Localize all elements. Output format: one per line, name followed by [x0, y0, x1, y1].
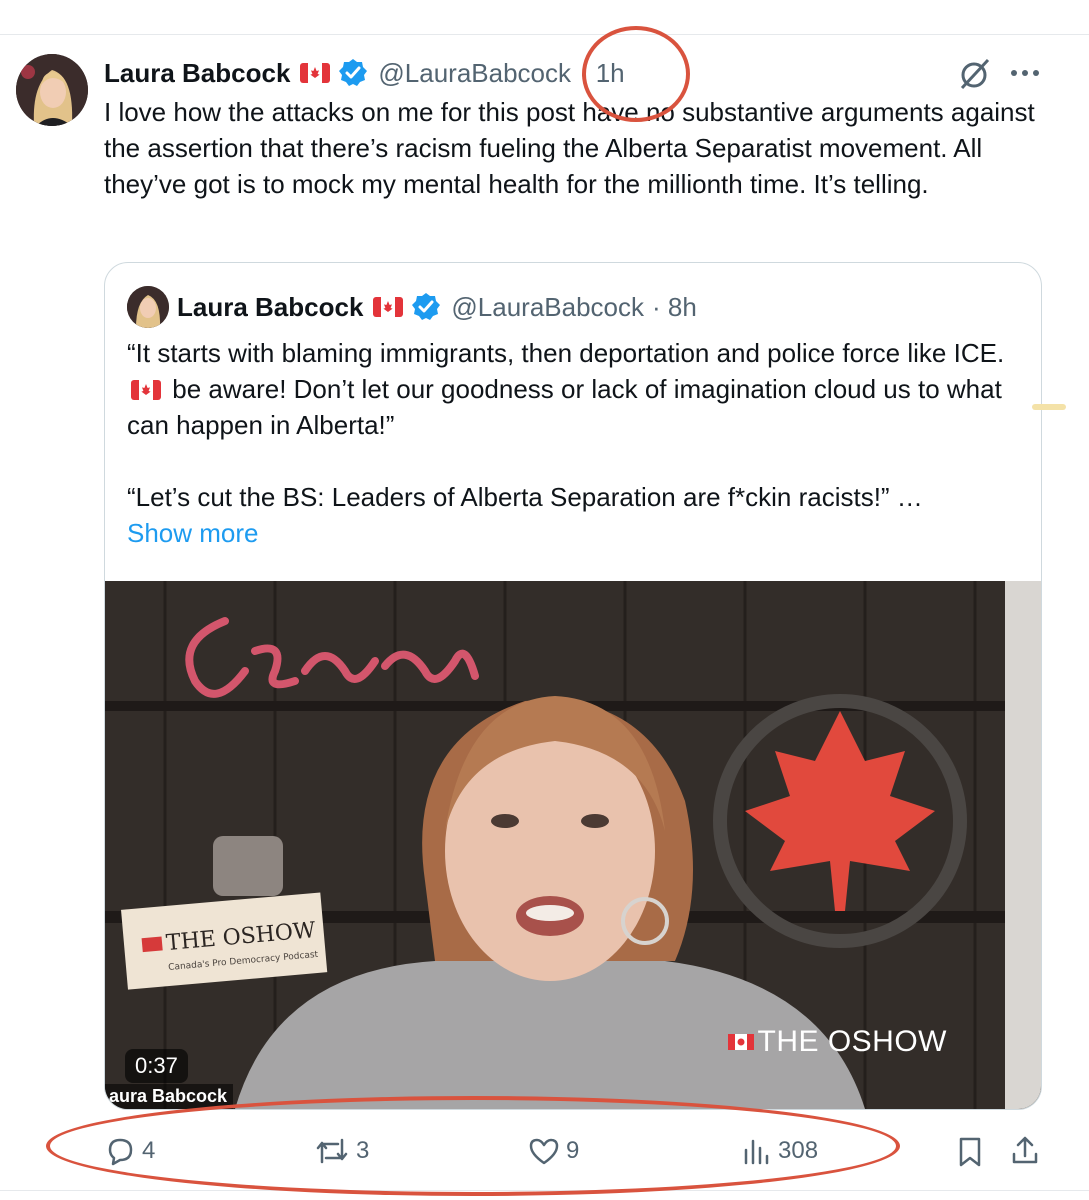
video-duration: 0:37 [125, 1049, 188, 1083]
reply-icon[interactable] [108, 0, 134, 10]
heart-icon[interactable] [530, 0, 556, 10]
show-more-link[interactable]: Show more [127, 515, 1007, 551]
highlight-mark [1032, 404, 1066, 410]
quoted-timestamp: · 8h [652, 291, 697, 322]
quoted-paragraph-1: “It starts with blaming immigrants, then… [127, 335, 1007, 443]
bookmark-icon[interactable] [956, 1136, 984, 1168]
canada-flag-icon [373, 297, 404, 317]
quoted-tweet[interactable]: Laura Babcock @LauraBabcock · 8h “It sta… [104, 262, 1042, 1110]
tweet-text: I love how the attacks on me for this po… [104, 97, 1035, 199]
share-icon[interactable] [1010, 1134, 1040, 1166]
quoted-text-part-1: “It starts with blaming immigrants, then… [127, 338, 1005, 368]
quoted-header: Laura Babcock @LauraBabcock · 8h [127, 286, 697, 328]
canada-flag-icon [300, 63, 331, 83]
author-handle[interactable]: @LauraBabcock [378, 58, 571, 89]
views-icon[interactable] [743, 0, 769, 10]
quoted-author-name: Laura Babcock [177, 291, 364, 322]
divider [0, 34, 1089, 35]
repost-icon[interactable] [325, 0, 351, 10]
canada-flag-icon [131, 380, 161, 400]
quoted-avatar [127, 286, 169, 328]
author-name[interactable]: Laura Babcock [104, 58, 290, 89]
video-watermark: THE OSHOW [727, 1025, 948, 1059]
avatar[interactable] [16, 54, 88, 126]
verified-badge-icon [412, 293, 441, 320]
share-icon[interactable] [1013, 0, 1039, 10]
tweet-header: Laura Babcock @LauraBabcock · 1h [104, 55, 625, 91]
annotation-oval-engagement [46, 1096, 900, 1196]
more-icon[interactable] [1010, 66, 1040, 80]
quoted-paragraph-2: “Let’s cut the BS: Leaders of Alberta Se… [127, 482, 923, 512]
canada-flag-icon [727, 1034, 754, 1050]
grok-icon[interactable] [958, 58, 992, 90]
verified-badge-icon[interactable] [338, 58, 368, 88]
annotation-circle-timestamp [582, 26, 690, 122]
video-player[interactable]: Oshow THE OSHOW Canada's Pro Democracy P… [105, 581, 1041, 1109]
quoted-author-handle: @LauraBabcock [451, 291, 645, 322]
quoted-text: “It starts with blaming immigrants, then… [127, 335, 1007, 551]
watermark-text: THE OSHOW [757, 1025, 947, 1058]
bookmark-icon[interactable] [956, 0, 982, 10]
quoted-text-part-2: be aware! Don’t let our goodness or lack… [127, 374, 1002, 440]
